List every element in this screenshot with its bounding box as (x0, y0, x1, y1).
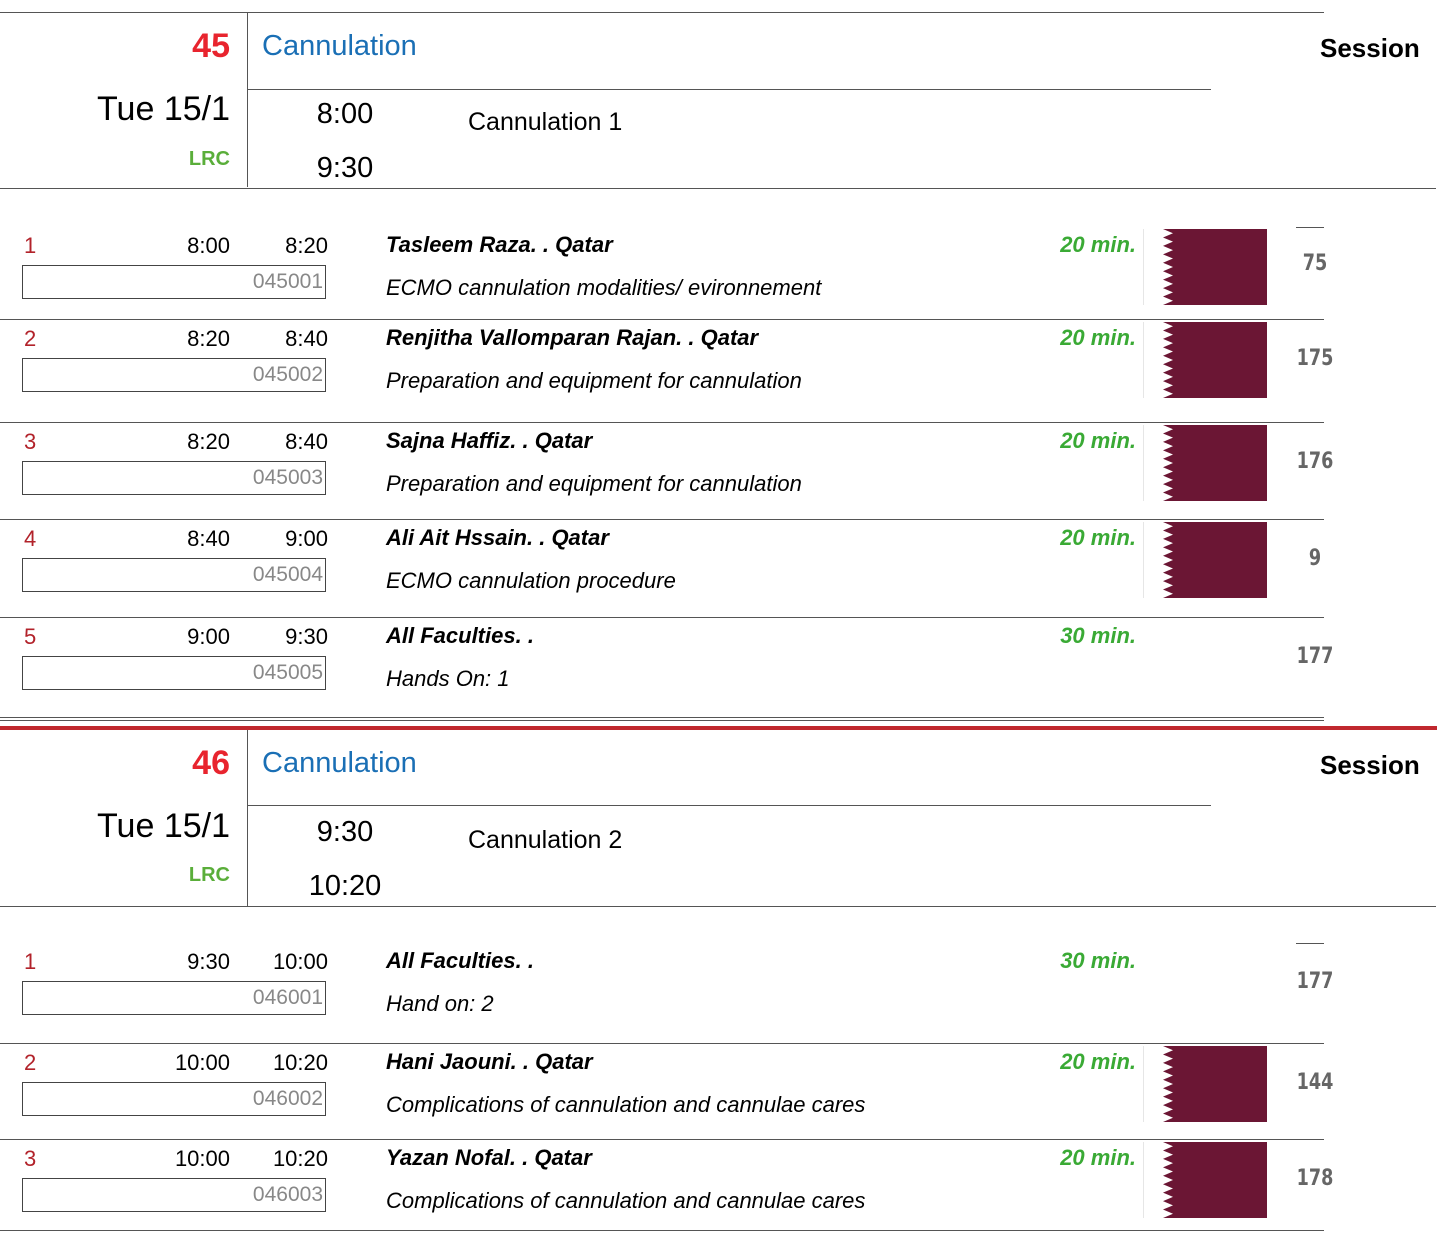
session-subtitle: Cannulation 1 (468, 108, 623, 136)
row-topic: Hand on: 2 (386, 991, 494, 1016)
row-code-field[interactable]: 045005 (22, 656, 326, 690)
session-number: 46 (192, 744, 230, 782)
table-row: 3 8:20 8:40 045003 Sajna Haffiz. . Qatar… (0, 423, 1451, 523)
row-speaker: All Faculties. . (386, 948, 534, 973)
row-end-time: 8:40 (285, 429, 328, 454)
row-start-time: 8:00 (187, 233, 230, 258)
table-row: 1 8:00 8:20 045001 Tasleem Raza. . Qatar… (0, 227, 1451, 327)
row-end-time: 10:00 (272, 949, 328, 974)
row-end-time: 10:20 (272, 1146, 328, 1171)
row-number: 1 (24, 949, 37, 974)
session-room: LRC (188, 864, 230, 886)
session-date: Tue 15/1 (97, 807, 230, 845)
row-number: 2 (24, 1050, 37, 1075)
session-start-time: 8:00 (316, 98, 374, 130)
row-duration: 20 min. (1060, 428, 1136, 453)
qatar-flag-icon (1142, 1046, 1267, 1122)
qatar-flag-icon (1142, 322, 1267, 398)
row-code-field[interactable]: 046002 (22, 1082, 326, 1116)
row-start-time: 9:30 (187, 949, 230, 974)
row-start-time: 10:00 (174, 1146, 230, 1171)
row-start-time: 8:20 (187, 326, 230, 351)
row-code-field[interactable]: 046003 (22, 1178, 326, 1212)
table-row: 3 10:00 10:20 046003 Yazan Nofal. . Qata… (0, 1140, 1451, 1240)
row-start-time: 8:20 (187, 429, 230, 454)
row-duration: 20 min. (1060, 525, 1136, 550)
table-row: 2 10:00 10:20 046002 Hani Jaouni. . Qata… (0, 1044, 1451, 1144)
row-end-time: 8:40 (285, 326, 328, 351)
session-title: Cannulation (262, 747, 417, 779)
qatar-flag-icon (1142, 522, 1267, 598)
row-speaker-id: 75 (1302, 251, 1328, 276)
session-start-time: 9:30 (316, 816, 374, 848)
row-topic: Complications of cannulation and cannula… (386, 1188, 866, 1213)
table-row: 5 9:00 9:30 045005 All Faculties. . Hand… (0, 618, 1451, 718)
row-speaker: All Faculties. . (386, 623, 534, 648)
row-speaker: Sajna Haffiz. . Qatar (386, 428, 593, 453)
session-date: Tue 15/1 (97, 90, 230, 128)
row-duration: 30 min. (1060, 948, 1136, 973)
session-end-time: 9:30 (316, 152, 374, 184)
row-number: 3 (24, 1146, 37, 1171)
table-row: 4 8:40 9:00 045004 Ali Ait Hssain. . Qat… (0, 520, 1451, 620)
row-speaker: Ali Ait Hssain. . Qatar (386, 525, 609, 550)
row-duration: 30 min. (1060, 623, 1136, 648)
row-start-time: 8:40 (187, 526, 230, 551)
row-number: 1 (24, 233, 37, 258)
row-speaker-id: 178 (1296, 1166, 1334, 1191)
session-label: Session (1320, 33, 1420, 63)
row-end-time: 10:20 (272, 1050, 328, 1075)
session-room: LRC (188, 148, 230, 170)
qatar-flag-icon (1142, 425, 1267, 501)
qatar-flag-icon (1142, 1142, 1267, 1218)
table-row: 2 8:20 8:40 045002 Renjitha Vallomparan … (0, 320, 1451, 423)
row-end-time: 8:20 (285, 233, 328, 258)
row-number: 3 (24, 429, 37, 454)
row-topic: Preparation and equipment for cannulatio… (386, 471, 802, 496)
row-duration: 20 min. (1060, 1049, 1136, 1074)
row-speaker-id: 176 (1296, 449, 1334, 474)
row-speaker-id: 144 (1296, 1070, 1334, 1095)
session-title: Cannulation (262, 30, 417, 62)
row-speaker-id: 177 (1296, 969, 1334, 994)
row-speaker-id: 175 (1296, 346, 1334, 371)
session-number: 45 (192, 27, 230, 65)
row-duration: 20 min. (1060, 325, 1136, 350)
row-speaker-id: 177 (1296, 644, 1334, 669)
row-speaker-id: 9 (1308, 546, 1322, 571)
row-code-field[interactable]: 045001 (22, 265, 326, 299)
row-start-time: 9:00 (187, 624, 230, 649)
row-number: 5 (24, 624, 37, 649)
table-row: 1 9:30 10:00 046001 All Faculties. . Han… (0, 943, 1451, 1044)
row-duration: 20 min. (1060, 1145, 1136, 1170)
row-topic: ECMO cannulation procedure (386, 568, 676, 593)
row-code-field[interactable]: 046001 (22, 981, 326, 1015)
row-number: 2 (24, 326, 37, 351)
row-start-time: 10:00 (174, 1050, 230, 1075)
row-code-field[interactable]: 045004 (22, 558, 326, 592)
session-end-time: 10:20 (308, 870, 382, 902)
row-duration: 20 min. (1060, 232, 1136, 257)
row-speaker: Yazan Nofal. . Qatar (386, 1145, 592, 1170)
row-topic: Complications of cannulation and cannula… (386, 1092, 866, 1117)
session-subtitle: Cannulation 2 (468, 826, 623, 854)
row-speaker: Tasleem Raza. . Qatar (386, 232, 613, 257)
row-topic: ECMO cannulation modalities/ evironnemen… (386, 275, 822, 300)
row-code-field[interactable]: 045003 (22, 461, 326, 495)
row-end-time: 9:30 (285, 624, 328, 649)
qatar-flag-icon (1142, 229, 1267, 305)
row-end-time: 9:00 (285, 526, 328, 551)
row-number: 4 (24, 526, 37, 551)
row-topic: Preparation and equipment for cannulatio… (386, 368, 802, 393)
row-code-field[interactable]: 045002 (22, 358, 326, 392)
row-speaker: Hani Jaouni. . Qatar (386, 1049, 593, 1074)
row-speaker: Renjitha Vallomparan Rajan. . Qatar (386, 325, 759, 350)
session-label: Session (1320, 750, 1420, 780)
row-topic: Hands On: 1 (386, 666, 510, 691)
